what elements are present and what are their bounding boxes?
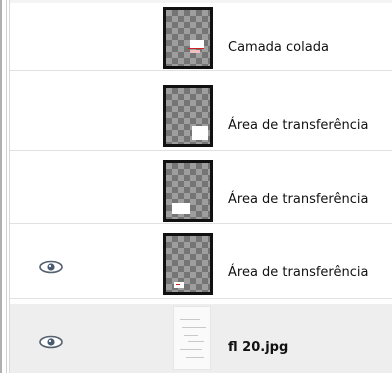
layer-row-fl-20[interactable]: fl 20.jpg	[10, 304, 392, 373]
layer-name: Área de transferência	[228, 192, 369, 207]
layer-row-camada-colada[interactable]: Camada colada	[10, 3, 392, 71]
layer-row-area-transferencia-2[interactable]: Área de transferência	[10, 156, 392, 224]
layer-thumbnail[interactable]	[163, 233, 213, 295]
layer-name: fl 20.jpg	[228, 340, 289, 355]
layer-row-area-transferencia-1[interactable]: Área de transferência	[10, 83, 392, 151]
eye-icon[interactable]	[38, 334, 64, 350]
layer-name: Área de transferência	[228, 118, 369, 133]
layer-thumbnail[interactable]	[163, 160, 213, 222]
layer-thumbnail[interactable]	[163, 85, 213, 147]
layer-name: Área de transferência	[228, 265, 369, 280]
layers-panel: Camada colada Área de transferência Área…	[0, 0, 392, 373]
eye-icon[interactable]	[38, 259, 64, 275]
layer-thumbnail[interactable]	[163, 7, 213, 69]
layer-row-area-transferencia-3[interactable]: Área de transferência	[10, 231, 392, 299]
layer-thumbnail[interactable]	[173, 306, 211, 370]
layer-name: Camada colada	[228, 40, 329, 55]
